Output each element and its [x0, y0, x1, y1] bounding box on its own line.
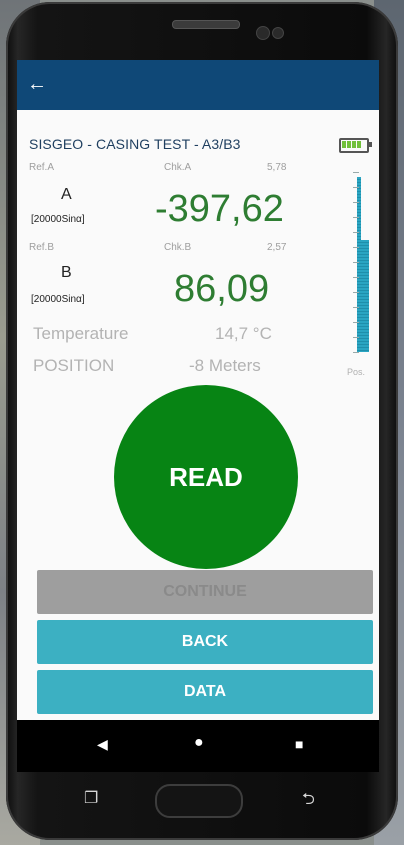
battery-icon	[339, 138, 372, 153]
position-value: -8 Meters	[189, 356, 261, 375]
gauge-tick	[353, 307, 359, 308]
channel-a-reading: -397,62	[155, 188, 284, 230]
page-title: SISGEO - CASING TEST - A3/B3	[29, 136, 241, 152]
data-button[interactable]: DATA	[37, 670, 373, 714]
hardware-home-key[interactable]	[155, 784, 243, 818]
gauge-bar-b	[361, 240, 369, 352]
app-bar: ←	[17, 60, 379, 110]
square-recents-icon[interactable]: ■	[295, 736, 303, 752]
app-screen: ← SISGEO - CASING TEST - A3/B3 Ref.A Chk…	[17, 60, 379, 720]
gauge-tick	[353, 172, 359, 173]
position-gauge	[353, 172, 371, 353]
ref-a-label: Ref.A	[29, 162, 55, 173]
gauge-tick	[353, 247, 359, 248]
position-label: POSITION	[33, 356, 115, 375]
gauge-tick	[353, 217, 359, 218]
chk-a-value: 5,78	[267, 162, 287, 173]
arrow-left-icon[interactable]: ←	[27, 72, 47, 96]
return-key-icon[interactable]: ⮌	[302, 788, 315, 815]
gauge-tick	[353, 352, 359, 353]
ref-b-label: Ref.B	[29, 242, 55, 253]
gauge-tick	[353, 262, 359, 263]
triangle-back-icon[interactable]: ◀	[97, 736, 108, 753]
gauge-tick	[353, 187, 359, 188]
channel-a-letter: A	[61, 186, 72, 203]
continue-button[interactable]: CONTINUE	[37, 570, 373, 614]
gauge-tick	[353, 322, 359, 323]
gauge-tick	[353, 202, 359, 203]
channel-b-unit: [20000Sinα]	[31, 294, 85, 305]
circle-home-icon[interactable]: ●	[194, 734, 204, 752]
temperature-value: 14,7 °C	[215, 324, 272, 343]
earpiece-speaker	[172, 20, 240, 29]
chk-b-value: 2,57	[267, 242, 287, 253]
recents-key-icon[interactable]: ❐	[84, 788, 98, 808]
read-button[interactable]: READ	[114, 385, 298, 569]
channel-a-unit: [20000Sinα]	[31, 214, 85, 225]
channel-b-reading: 86,09	[174, 268, 270, 310]
gauge-tick	[353, 232, 359, 233]
gauge-label: Pos.	[347, 367, 366, 377]
chk-b-label: Chk.B	[164, 242, 192, 253]
proximity-sensor	[272, 27, 284, 39]
chk-a-label: Chk.A	[164, 162, 192, 173]
channel-b-letter: B	[61, 264, 72, 281]
gauge-tick	[353, 337, 359, 338]
navigation-bar: ◀ ● ■	[17, 720, 379, 772]
back-button[interactable]: BACK	[37, 620, 373, 664]
front-camera	[256, 26, 270, 40]
temperature-label: Temperature	[33, 324, 129, 343]
gauge-tick	[353, 277, 359, 278]
gauge-tick	[353, 292, 359, 293]
